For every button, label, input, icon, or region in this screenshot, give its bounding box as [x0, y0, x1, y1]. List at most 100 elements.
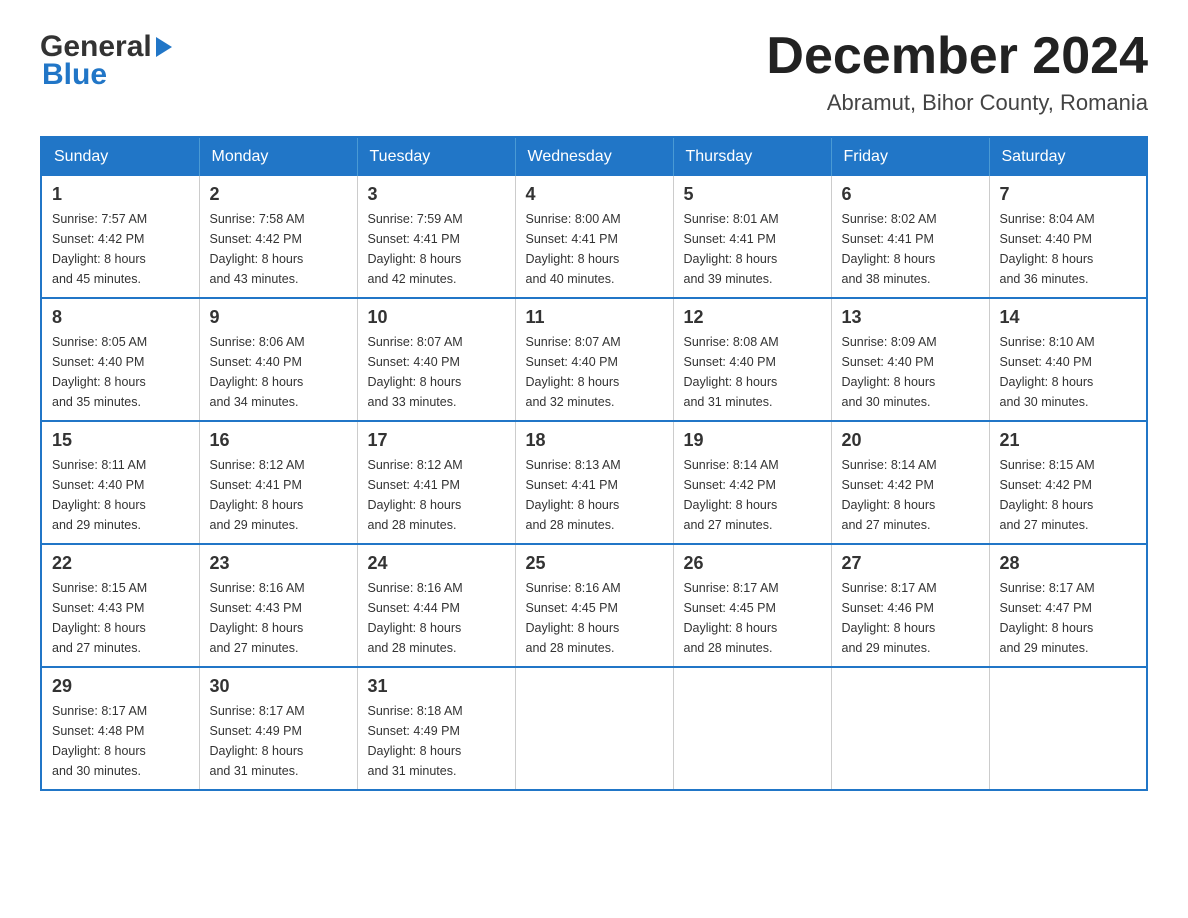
- logo: General Blue: [40, 30, 172, 92]
- day-number: 8: [52, 307, 189, 328]
- day-number: 11: [526, 307, 663, 328]
- table-cell: 22 Sunrise: 8:15 AM Sunset: 4:43 PM Dayl…: [41, 544, 199, 667]
- day-info: Sunrise: 8:17 AM Sunset: 4:49 PM Dayligh…: [210, 701, 347, 781]
- day-info: Sunrise: 8:14 AM Sunset: 4:42 PM Dayligh…: [842, 455, 979, 535]
- location-subtitle: Abramut, Bihor County, Romania: [766, 90, 1148, 116]
- col-friday: Friday: [831, 137, 989, 176]
- table-cell: 3 Sunrise: 7:59 AM Sunset: 4:41 PM Dayli…: [357, 176, 515, 298]
- calendar-week-5: 29 Sunrise: 8:17 AM Sunset: 4:48 PM Dayl…: [41, 667, 1147, 790]
- day-info: Sunrise: 8:17 AM Sunset: 4:45 PM Dayligh…: [684, 578, 821, 658]
- table-cell: 9 Sunrise: 8:06 AM Sunset: 4:40 PM Dayli…: [199, 298, 357, 421]
- day-info: Sunrise: 8:12 AM Sunset: 4:41 PM Dayligh…: [210, 455, 347, 535]
- table-cell: 30 Sunrise: 8:17 AM Sunset: 4:49 PM Dayl…: [199, 667, 357, 790]
- day-info: Sunrise: 8:14 AM Sunset: 4:42 PM Dayligh…: [684, 455, 821, 535]
- table-cell: 21 Sunrise: 8:15 AM Sunset: 4:42 PM Dayl…: [989, 421, 1147, 544]
- logo-line2: Blue: [40, 58, 172, 92]
- day-info: Sunrise: 8:10 AM Sunset: 4:40 PM Dayligh…: [1000, 332, 1137, 412]
- day-number: 26: [684, 553, 821, 574]
- table-cell: [831, 667, 989, 790]
- day-number: 29: [52, 676, 189, 697]
- day-number: 3: [368, 184, 505, 205]
- title-area: December 2024 Abramut, Bihor County, Rom…: [766, 30, 1148, 116]
- month-title: December 2024: [766, 30, 1148, 82]
- day-number: 25: [526, 553, 663, 574]
- calendar-week-2: 8 Sunrise: 8:05 AM Sunset: 4:40 PM Dayli…: [41, 298, 1147, 421]
- table-cell: 25 Sunrise: 8:16 AM Sunset: 4:45 PM Dayl…: [515, 544, 673, 667]
- table-cell: [989, 667, 1147, 790]
- day-number: 5: [684, 184, 821, 205]
- day-number: 31: [368, 676, 505, 697]
- day-number: 7: [1000, 184, 1137, 205]
- col-thursday: Thursday: [673, 137, 831, 176]
- day-number: 23: [210, 553, 347, 574]
- day-number: 22: [52, 553, 189, 574]
- day-number: 27: [842, 553, 979, 574]
- day-number: 13: [842, 307, 979, 328]
- day-info: Sunrise: 8:02 AM Sunset: 4:41 PM Dayligh…: [842, 209, 979, 289]
- day-number: 28: [1000, 553, 1137, 574]
- table-cell: 27 Sunrise: 8:17 AM Sunset: 4:46 PM Dayl…: [831, 544, 989, 667]
- calendar-table: Sunday Monday Tuesday Wednesday Thursday…: [40, 136, 1148, 791]
- col-tuesday: Tuesday: [357, 137, 515, 176]
- day-number: 9: [210, 307, 347, 328]
- day-info: Sunrise: 8:16 AM Sunset: 4:44 PM Dayligh…: [368, 578, 505, 658]
- col-sunday: Sunday: [41, 137, 199, 176]
- table-cell: 18 Sunrise: 8:13 AM Sunset: 4:41 PM Dayl…: [515, 421, 673, 544]
- table-cell: 15 Sunrise: 8:11 AM Sunset: 4:40 PM Dayl…: [41, 421, 199, 544]
- table-cell: 26 Sunrise: 8:17 AM Sunset: 4:45 PM Dayl…: [673, 544, 831, 667]
- day-number: 17: [368, 430, 505, 451]
- table-cell: 20 Sunrise: 8:14 AM Sunset: 4:42 PM Dayl…: [831, 421, 989, 544]
- table-cell: 8 Sunrise: 8:05 AM Sunset: 4:40 PM Dayli…: [41, 298, 199, 421]
- day-info: Sunrise: 8:16 AM Sunset: 4:43 PM Dayligh…: [210, 578, 347, 658]
- day-info: Sunrise: 8:16 AM Sunset: 4:45 PM Dayligh…: [526, 578, 663, 658]
- day-info: Sunrise: 8:17 AM Sunset: 4:47 PM Dayligh…: [1000, 578, 1137, 658]
- day-info: Sunrise: 7:59 AM Sunset: 4:41 PM Dayligh…: [368, 209, 505, 289]
- day-number: 30: [210, 676, 347, 697]
- day-number: 4: [526, 184, 663, 205]
- table-cell: 23 Sunrise: 8:16 AM Sunset: 4:43 PM Dayl…: [199, 544, 357, 667]
- day-info: Sunrise: 8:05 AM Sunset: 4:40 PM Dayligh…: [52, 332, 189, 412]
- table-cell: 16 Sunrise: 8:12 AM Sunset: 4:41 PM Dayl…: [199, 421, 357, 544]
- day-number: 10: [368, 307, 505, 328]
- table-cell: 1 Sunrise: 7:57 AM Sunset: 4:42 PM Dayli…: [41, 176, 199, 298]
- day-info: Sunrise: 7:57 AM Sunset: 4:42 PM Dayligh…: [52, 209, 189, 289]
- day-info: Sunrise: 8:13 AM Sunset: 4:41 PM Dayligh…: [526, 455, 663, 535]
- day-info: Sunrise: 8:09 AM Sunset: 4:40 PM Dayligh…: [842, 332, 979, 412]
- day-info: Sunrise: 8:07 AM Sunset: 4:40 PM Dayligh…: [526, 332, 663, 412]
- table-cell: 14 Sunrise: 8:10 AM Sunset: 4:40 PM Dayl…: [989, 298, 1147, 421]
- day-number: 18: [526, 430, 663, 451]
- table-cell: 24 Sunrise: 8:16 AM Sunset: 4:44 PM Dayl…: [357, 544, 515, 667]
- table-cell: 28 Sunrise: 8:17 AM Sunset: 4:47 PM Dayl…: [989, 544, 1147, 667]
- day-info: Sunrise: 8:00 AM Sunset: 4:41 PM Dayligh…: [526, 209, 663, 289]
- table-cell: 29 Sunrise: 8:17 AM Sunset: 4:48 PM Dayl…: [41, 667, 199, 790]
- table-cell: 2 Sunrise: 7:58 AM Sunset: 4:42 PM Dayli…: [199, 176, 357, 298]
- day-number: 21: [1000, 430, 1137, 451]
- calendar-week-1: 1 Sunrise: 7:57 AM Sunset: 4:42 PM Dayli…: [41, 176, 1147, 298]
- day-number: 24: [368, 553, 505, 574]
- day-info: Sunrise: 8:06 AM Sunset: 4:40 PM Dayligh…: [210, 332, 347, 412]
- day-info: Sunrise: 8:17 AM Sunset: 4:46 PM Dayligh…: [842, 578, 979, 658]
- day-number: 19: [684, 430, 821, 451]
- table-cell: 19 Sunrise: 8:14 AM Sunset: 4:42 PM Dayl…: [673, 421, 831, 544]
- day-info: Sunrise: 8:15 AM Sunset: 4:43 PM Dayligh…: [52, 578, 189, 658]
- day-number: 2: [210, 184, 347, 205]
- calendar-week-4: 22 Sunrise: 8:15 AM Sunset: 4:43 PM Dayl…: [41, 544, 1147, 667]
- day-number: 1: [52, 184, 189, 205]
- logo-arrow-icon: [156, 37, 172, 57]
- day-info: Sunrise: 8:12 AM Sunset: 4:41 PM Dayligh…: [368, 455, 505, 535]
- day-info: Sunrise: 8:01 AM Sunset: 4:41 PM Dayligh…: [684, 209, 821, 289]
- table-cell: 6 Sunrise: 8:02 AM Sunset: 4:41 PM Dayli…: [831, 176, 989, 298]
- table-cell: 4 Sunrise: 8:00 AM Sunset: 4:41 PM Dayli…: [515, 176, 673, 298]
- day-number: 20: [842, 430, 979, 451]
- table-cell: 31 Sunrise: 8:18 AM Sunset: 4:49 PM Dayl…: [357, 667, 515, 790]
- day-info: Sunrise: 8:15 AM Sunset: 4:42 PM Dayligh…: [1000, 455, 1137, 535]
- day-info: Sunrise: 8:07 AM Sunset: 4:40 PM Dayligh…: [368, 332, 505, 412]
- day-info: Sunrise: 8:11 AM Sunset: 4:40 PM Dayligh…: [52, 455, 189, 535]
- table-cell: 17 Sunrise: 8:12 AM Sunset: 4:41 PM Dayl…: [357, 421, 515, 544]
- table-cell: 13 Sunrise: 8:09 AM Sunset: 4:40 PM Dayl…: [831, 298, 989, 421]
- col-wednesday: Wednesday: [515, 137, 673, 176]
- day-info: Sunrise: 8:08 AM Sunset: 4:40 PM Dayligh…: [684, 332, 821, 412]
- day-number: 12: [684, 307, 821, 328]
- day-number: 14: [1000, 307, 1137, 328]
- col-monday: Monday: [199, 137, 357, 176]
